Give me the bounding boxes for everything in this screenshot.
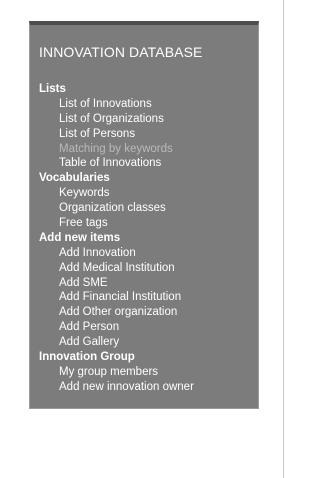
sidebar-title: INNOVATION DATABASE: [39, 44, 203, 60]
menu-group-add-new-items: Add new items Add Innovation Add Medical…: [39, 231, 254, 350]
menu-item-keywords[interactable]: Keywords: [39, 186, 254, 201]
menu-item-add-new-innovation-owner[interactable]: Add new innovation owner: [39, 380, 254, 395]
menu-item-add-medical-institution[interactable]: Add Medical Institution: [39, 261, 254, 276]
menu-item-add-gallery[interactable]: Add Gallery: [39, 335, 254, 350]
sidebar-menu: Lists List of Innovations List of Organi…: [39, 82, 254, 395]
menu-item-add-innovation[interactable]: Add Innovation: [39, 246, 254, 261]
menu-item-free-tags[interactable]: Free tags: [39, 216, 254, 231]
menu-item-matching-by-keywords: Matching by keywords: [59, 142, 173, 155]
menu-item-add-person[interactable]: Add Person: [39, 320, 254, 335]
page-frame: INNOVATION DATABASE Lists List of Innova…: [0, 0, 284, 478]
menu-item-organization-classes[interactable]: Organization classes: [39, 201, 254, 216]
menu-group-lists: Lists List of Innovations List of Organi…: [39, 82, 254, 171]
menu-group-vocabularies: Vocabularies Keywords Organization class…: [39, 171, 254, 231]
menu-group-innovation-group: Innovation Group My group members Add ne…: [39, 350, 254, 395]
menu-item-list-of-persons[interactable]: List of Persons: [39, 127, 254, 142]
menu-item-table-of-innovations[interactable]: Table of Innovations: [39, 156, 254, 171]
menu-item-list-of-innovations[interactable]: List of Innovations: [39, 97, 254, 112]
group-title-add-new-items: Add new items: [39, 231, 121, 244]
menu-item-add-sme[interactable]: Add SME: [39, 276, 254, 291]
menu-item-my-group-members[interactable]: My group members: [39, 365, 254, 380]
group-title-vocabularies: Vocabularies: [39, 172, 110, 185]
menu-item-list-of-organizations[interactable]: List of Organizations: [39, 112, 254, 127]
menu-item-add-other-organization[interactable]: Add Other organization: [39, 305, 254, 320]
group-title-lists: Lists: [39, 83, 66, 95]
group-title-innovation-group: Innovation Group: [39, 351, 135, 364]
menu-item-add-financial-institution[interactable]: Add Financial Institution: [39, 290, 254, 305]
sidebar-block: INNOVATION DATABASE Lists List of Innova…: [29, 21, 259, 409]
